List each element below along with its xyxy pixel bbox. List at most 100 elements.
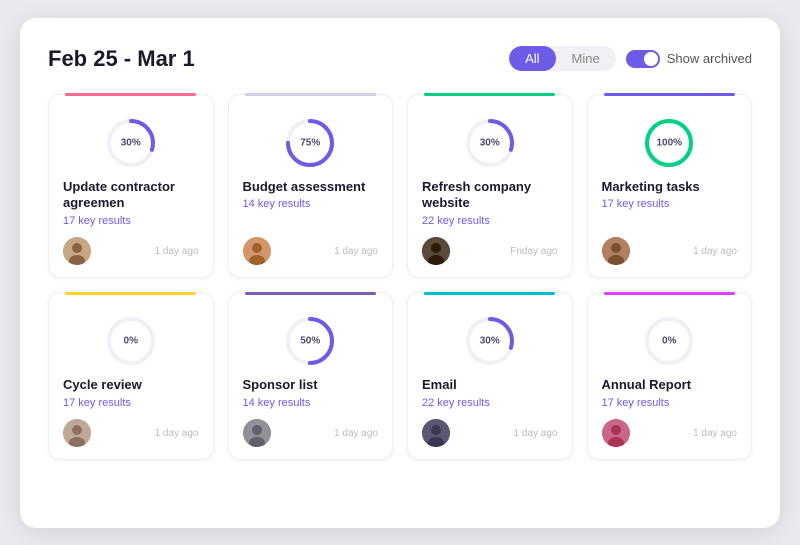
card-footer: 1 day ago: [602, 237, 738, 265]
avatar: [422, 237, 450, 265]
card-title: Marketing tasks: [602, 179, 700, 196]
card-8[interactable]: 0% Annual Report 17 key results 1 day ag…: [587, 292, 753, 460]
card-footer: Friday ago: [422, 237, 558, 265]
percent-label: 30%: [480, 336, 500, 347]
time-ago: 1 day ago: [155, 428, 199, 439]
card-progress-area: 30%: [422, 115, 558, 171]
donut-chart: 50%: [282, 313, 338, 369]
filter-mine-button[interactable]: Mine: [556, 46, 616, 71]
avatar: [63, 237, 91, 265]
card-2[interactable]: 75% Budget assessment 14 key results 1 d…: [228, 94, 394, 279]
card-subtitle: 17 key results: [63, 397, 131, 409]
avatar-face: [602, 237, 630, 265]
header: Feb 25 - Mar 1 All Mine Show archived: [48, 46, 752, 72]
card-accent-bar: [65, 292, 196, 295]
time-ago: 1 day ago: [693, 428, 737, 439]
card-accent-bar: [604, 93, 735, 96]
card-title: Annual Report: [602, 377, 692, 394]
card-progress-area: 75%: [243, 115, 379, 171]
card-footer: 1 day ago: [422, 419, 558, 447]
avatar-face: [63, 419, 91, 447]
percent-label: 0%: [662, 336, 676, 347]
card-title: Cycle review: [63, 377, 142, 394]
avatar-face: [243, 419, 271, 447]
card-subtitle: 17 key results: [602, 198, 670, 210]
percent-label: 30%: [480, 137, 500, 148]
card-title: Email: [422, 377, 457, 394]
app-container: Feb 25 - Mar 1 All Mine Show archived: [20, 18, 780, 528]
card-accent-bar: [65, 93, 196, 96]
avatar: [243, 419, 271, 447]
avatar-face: [63, 237, 91, 265]
donut-chart: 100%: [641, 115, 697, 171]
card-progress-area: 30%: [63, 115, 199, 171]
card-progress-area: 30%: [422, 313, 558, 369]
card-subtitle: 22 key results: [422, 215, 490, 227]
donut-chart: 30%: [103, 115, 159, 171]
card-4[interactable]: 100% Marketing tasks 17 key results 1 da…: [587, 94, 753, 279]
card-title: Budget assessment: [243, 179, 366, 196]
percent-label: 100%: [656, 137, 682, 148]
card-accent-bar: [424, 93, 555, 96]
card-accent-bar: [245, 93, 376, 96]
toggle-knob: [644, 52, 658, 66]
avatar: [602, 237, 630, 265]
avatar-face: [243, 237, 271, 265]
card-footer: 1 day ago: [243, 237, 379, 265]
card-5[interactable]: 0% Cycle review 17 key results 1 day ago: [48, 292, 214, 460]
header-controls: All Mine Show archived: [509, 46, 752, 71]
card-title: Sponsor list: [243, 377, 318, 394]
card-accent-bar: [245, 292, 376, 295]
time-ago: Friday ago: [510, 246, 557, 257]
avatar-face: [602, 419, 630, 447]
time-ago: 1 day ago: [334, 428, 378, 439]
card-accent-bar: [604, 292, 735, 295]
avatar-face: [422, 237, 450, 265]
avatar: [243, 237, 271, 265]
card-3[interactable]: 30% Refresh company website 22 key resul…: [407, 94, 573, 279]
card-progress-area: 50%: [243, 313, 379, 369]
time-ago: 1 day ago: [334, 246, 378, 257]
time-ago: 1 day ago: [693, 246, 737, 257]
card-6[interactable]: 50% Sponsor list 14 key results 1 day ag…: [228, 292, 394, 460]
avatar: [63, 419, 91, 447]
card-subtitle: 17 key results: [602, 397, 670, 409]
donut-chart: 0%: [103, 313, 159, 369]
card-footer: 1 day ago: [63, 237, 199, 265]
card-progress-area: 0%: [602, 313, 738, 369]
card-title: Update contractor agreemen: [63, 179, 199, 213]
time-ago: 1 day ago: [155, 246, 199, 257]
card-1[interactable]: 30% Update contractor agreemen 17 key re…: [48, 94, 214, 279]
archived-toggle-label: Show archived: [667, 51, 752, 66]
donut-chart: 30%: [462, 313, 518, 369]
filter-all-button[interactable]: All: [509, 46, 555, 71]
card-title: Refresh company website: [422, 179, 558, 213]
donut-chart: 30%: [462, 115, 518, 171]
card-footer: 1 day ago: [602, 419, 738, 447]
avatar: [422, 419, 450, 447]
card-subtitle: 22 key results: [422, 397, 490, 409]
archived-toggle-container: Show archived: [626, 50, 752, 68]
percent-label: 50%: [300, 336, 320, 347]
percent-label: 30%: [121, 137, 141, 148]
cards-grid: 30% Update contractor agreemen 17 key re…: [48, 94, 752, 461]
filter-group: All Mine: [509, 46, 616, 71]
card-footer: 1 day ago: [243, 419, 379, 447]
donut-chart: 75%: [282, 115, 338, 171]
page-title: Feb 25 - Mar 1: [48, 46, 195, 72]
percent-label: 0%: [124, 336, 138, 347]
card-progress-area: 0%: [63, 313, 199, 369]
card-accent-bar: [424, 292, 555, 295]
time-ago: 1 day ago: [514, 428, 558, 439]
percent-label: 75%: [300, 137, 320, 148]
card-subtitle: 14 key results: [243, 198, 311, 210]
card-footer: 1 day ago: [63, 419, 199, 447]
card-7[interactable]: 30% Email 22 key results 1 day ago: [407, 292, 573, 460]
card-subtitle: 17 key results: [63, 215, 131, 227]
card-subtitle: 14 key results: [243, 397, 311, 409]
avatar: [602, 419, 630, 447]
avatar-face: [422, 419, 450, 447]
donut-chart: 0%: [641, 313, 697, 369]
card-progress-area: 100%: [602, 115, 738, 171]
archived-toggle[interactable]: [626, 50, 660, 68]
